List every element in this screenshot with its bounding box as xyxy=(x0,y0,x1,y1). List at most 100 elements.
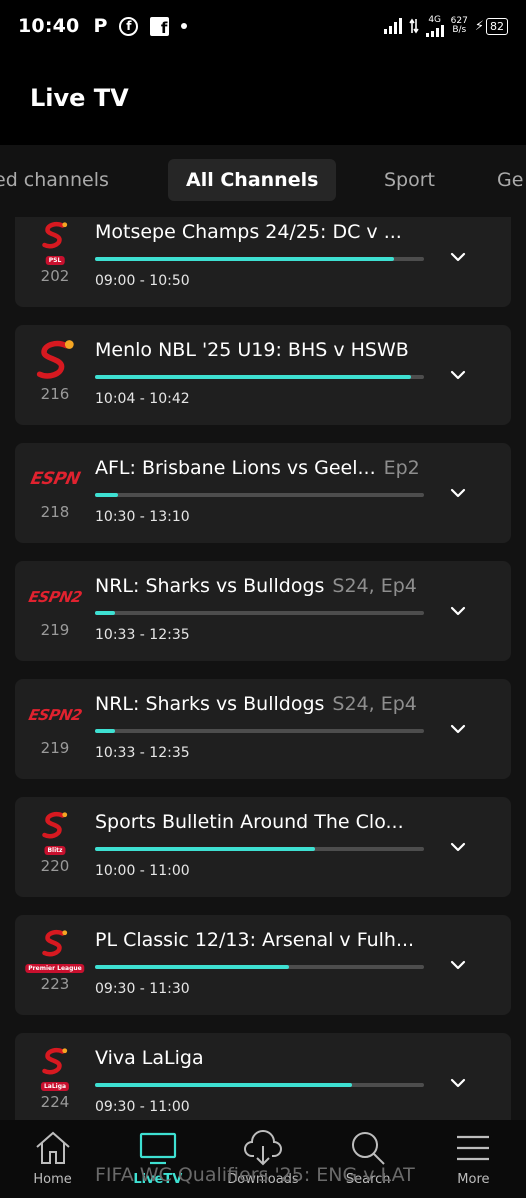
tab-sport[interactable]: Sport xyxy=(384,159,435,201)
programme-title: Menlo NBL '25 U19: BHS v HSWB xyxy=(95,339,455,361)
tab-general[interactable]: Ge xyxy=(497,159,523,201)
channel-logo: Blitz xyxy=(27,811,83,855)
programme-time: 10:33 - 12:35 xyxy=(95,745,190,761)
programme-time: 10:04 - 10:42 xyxy=(95,391,190,407)
channel-logo-tag: LaLiga xyxy=(40,1082,70,1091)
espn-logo-icon: ESPN xyxy=(28,469,82,489)
tv-icon xyxy=(139,1132,176,1165)
nav-search[interactable]: Search xyxy=(316,1120,421,1198)
programme-title: Viva LaLiga xyxy=(95,1047,455,1069)
programme-time: 09:30 - 11:30 xyxy=(95,981,190,997)
channel-number: 219 xyxy=(40,621,70,639)
programme-title: NRL: Sharks vs Bulldogs S24, Ep4 xyxy=(95,575,455,597)
chevron-down-icon[interactable] xyxy=(449,484,467,502)
search-icon xyxy=(352,1132,385,1165)
cloud-download-icon xyxy=(244,1130,282,1166)
status-bar: 10:40 P f f 4G 627 B/s ⚡ 82 xyxy=(0,0,526,52)
nav-home[interactable]: Home xyxy=(0,1120,105,1198)
bottom-navigation: Home LiveTV Downloads Search More xyxy=(0,1120,526,1198)
progress-bar-fill xyxy=(95,375,411,379)
chevron-down-icon[interactable] xyxy=(449,1074,467,1092)
main-content: ed channels All Channels Sport Ge PSL 202… xyxy=(0,145,526,1198)
progress-bar xyxy=(95,257,424,261)
channel-card[interactable]: ESPN 218 AFL: Brisbane Lions vs Geel... Ep2… xyxy=(15,443,511,543)
channel-number: 224 xyxy=(40,1093,70,1111)
chevron-down-icon[interactable] xyxy=(449,248,467,266)
channel-card[interactable]: 216 Menlo NBL '25 U19: BHS v HSWB 10:04 - … xyxy=(15,325,511,425)
programme-time: 09:30 - 11:00 xyxy=(95,1099,190,1115)
signal-strength-icon-2 xyxy=(425,24,444,37)
chevron-down-icon[interactable] xyxy=(449,956,467,974)
tab-all-channels[interactable]: All Channels xyxy=(168,159,337,201)
progress-bar xyxy=(95,965,424,969)
programme-title: Sports Bulletin Around The Clo... xyxy=(95,811,455,833)
progress-bar xyxy=(95,847,424,851)
programme-episode: S24, Ep4 xyxy=(332,575,417,597)
channel-card[interactable]: PSL 202 Motsepe Champs 24/25: DC v ... 09:0… xyxy=(15,207,511,307)
programme-title-text: Viva LaLiga xyxy=(95,1047,204,1069)
chevron-down-icon[interactable] xyxy=(449,838,467,856)
channel-number: 219 xyxy=(40,739,70,757)
channel-number: 223 xyxy=(40,975,70,993)
programme-title-text: AFL: Brisbane Lions vs Geel... xyxy=(95,457,376,479)
progress-bar-fill xyxy=(95,1083,352,1087)
channel-card[interactable]: ESPN2 219 NRL: Sharks vs Bulldogs S24, Ep4 1… xyxy=(15,679,511,779)
app-header: Live TV xyxy=(0,52,526,144)
category-tabs[interactable]: ed channels All Channels Sport Ge xyxy=(0,145,526,217)
channel-card[interactable]: Premier League 223 PL Classic 12/13: Arsen… xyxy=(15,915,511,1015)
channel-logo: ESPN xyxy=(27,457,83,501)
channel-logo: ESPN2 xyxy=(27,693,83,737)
nav-downloads[interactable]: Downloads xyxy=(210,1120,315,1198)
channel-card[interactable]: LaLiga 224 Viva LaLiga 09:30 - 11:00 xyxy=(15,1033,511,1133)
menu-icon xyxy=(457,1135,490,1161)
programme-episode: S24, Ep4 xyxy=(332,693,417,715)
programme-title-text: Motsepe Champs 24/25: DC v ... xyxy=(95,221,402,243)
channel-number: 202 xyxy=(40,267,70,285)
supersport-logo-icon xyxy=(42,929,68,957)
progress-bar xyxy=(95,375,424,379)
nav-livetv[interactable]: LiveTV xyxy=(105,1120,210,1198)
supersport-logo-icon xyxy=(36,340,74,379)
channel-logo-tag: PSL xyxy=(45,256,65,265)
programme-time: 10:00 - 11:00 xyxy=(95,863,190,879)
progress-bar-fill xyxy=(95,257,395,261)
battery-level: 82 xyxy=(486,17,508,35)
chevron-down-icon[interactable] xyxy=(449,602,467,620)
programme-time: 10:30 - 13:10 xyxy=(95,509,190,525)
programme-title-text: Menlo NBL '25 U19: BHS v HSWB xyxy=(95,339,409,361)
tab-featured-channels[interactable]: ed channels xyxy=(0,159,109,201)
progress-bar-fill xyxy=(95,611,115,615)
programme-title-text: PL Classic 12/13: Arsenal v Fulh... xyxy=(95,929,415,951)
programme-title: AFL: Brisbane Lions vs Geel... Ep2 xyxy=(95,457,455,479)
channel-logo-tag: Premier League xyxy=(25,964,85,973)
progress-bar xyxy=(95,493,424,497)
battery-indicator: ⚡ 82 xyxy=(475,17,508,35)
chevron-down-icon[interactable] xyxy=(449,720,467,738)
channel-number: 216 xyxy=(40,385,70,403)
progress-bar xyxy=(95,729,424,733)
channel-logo xyxy=(27,339,83,383)
channel-card[interactable]: Blitz 220 Sports Bulletin Around The Clo..… xyxy=(15,797,511,897)
more-notifications-dot-icon xyxy=(181,23,188,29)
programme-time: 09:00 - 10:50 xyxy=(95,273,190,289)
channel-logo-tag: Blitz xyxy=(44,846,66,855)
channel-card[interactable]: ESPN2 219 NRL: Sharks vs Bulldogs S24, Ep4 1… xyxy=(15,561,511,661)
chevron-down-icon[interactable] xyxy=(449,366,467,384)
parking-notification-icon: P xyxy=(93,15,108,37)
programme-title: PL Classic 12/13: Arsenal v Fulh... xyxy=(95,929,455,951)
nav-home-label: Home xyxy=(33,1172,72,1187)
programme-time: 10:33 - 12:35 xyxy=(95,627,190,643)
channel-number: 220 xyxy=(40,857,70,875)
channel-logo: ESPN2 xyxy=(27,575,83,619)
facebook-notification-icon: f xyxy=(150,16,170,36)
channel-logo: Premier League xyxy=(25,929,85,973)
progress-bar-fill xyxy=(95,493,119,497)
partially-visible-channel-title: FIFA WC Qualifiers '25: ENG v LAT xyxy=(95,1164,415,1186)
supersport-logo-icon xyxy=(42,221,68,249)
espn2-logo-icon: ESPN2 xyxy=(26,588,84,606)
nav-more[interactable]: More xyxy=(421,1120,526,1198)
programme-title: NRL: Sharks vs Bulldogs S24, Ep4 xyxy=(95,693,455,715)
supersport-logo-icon xyxy=(42,1047,68,1075)
notification-icons: P f f xyxy=(93,15,188,37)
espn2-logo-icon: ESPN2 xyxy=(26,706,84,724)
